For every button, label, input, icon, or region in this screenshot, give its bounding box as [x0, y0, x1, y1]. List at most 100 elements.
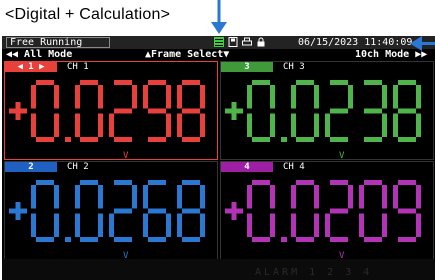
digit-segment [177, 85, 182, 109]
digit-segment [132, 85, 137, 109]
digit-segment [31, 213, 36, 237]
digit-segment [330, 80, 348, 85]
digit-segment [247, 85, 252, 109]
digit-segment [200, 85, 205, 109]
digit-segment [109, 213, 114, 237]
digit-segment [114, 108, 132, 114]
digit-segment [109, 113, 114, 137]
digit-segment [416, 113, 421, 137]
digit-segment [314, 213, 319, 237]
digit-segment [54, 185, 59, 209]
digit-segment [364, 137, 382, 142]
channel-panel-ch4[interactable]: 4 CH 4 V [220, 161, 434, 261]
digit-segment [75, 113, 80, 137]
channel-value [9, 180, 205, 242]
pointer-arrow-left-icon [410, 36, 435, 51]
channel-panel-ch2[interactable]: 2 CH 2 V [4, 161, 218, 261]
digit-segment [166, 85, 171, 109]
memory-card-icon [228, 37, 238, 47]
channel-number-tab: 2 [5, 162, 57, 172]
channel-name: CH 1 [67, 62, 89, 72]
channel-name: CH 2 [67, 162, 89, 172]
digit-segment [252, 80, 270, 85]
digit-segment [247, 185, 252, 209]
digit-segment [31, 113, 36, 137]
digit-segment [252, 237, 270, 242]
channel-panel-ch1[interactable]: ◀ 1 ▶ CH 1 V [4, 61, 218, 161]
channel-name: CH 4 [283, 162, 305, 172]
decimal-point [65, 237, 71, 242]
digit-segment [182, 208, 200, 214]
digit-segment [98, 213, 103, 237]
digit-segment [291, 213, 296, 237]
sign-plus [15, 102, 21, 120]
digit-segment [330, 108, 348, 114]
digit-segment [75, 85, 80, 109]
digit-segment [36, 237, 54, 242]
digit-segment [166, 213, 171, 237]
list-icon [214, 37, 224, 47]
digit-segment [398, 80, 416, 85]
digit-segment [36, 180, 54, 185]
digit-segment [364, 180, 382, 185]
status-bar: Free Running 06/15/2023 11:40:09 [2, 36, 435, 49]
digit-segment [148, 208, 166, 214]
digit-segment [54, 213, 59, 237]
digit-segment [132, 185, 137, 209]
digit-segment [31, 185, 36, 209]
channel-name: CH 3 [283, 62, 305, 72]
digit-segment [291, 113, 296, 137]
digit-segment [247, 113, 252, 137]
digit-segment [177, 213, 182, 237]
digit-segment [247, 213, 252, 237]
digit-segment [166, 113, 171, 137]
digit-segment [54, 113, 59, 137]
digit-segment [270, 213, 275, 237]
digit-segment [270, 85, 275, 109]
digit-segment [314, 185, 319, 209]
channel-header: 4 CH 4 [221, 162, 433, 172]
run-mode-indicator: Free Running [6, 37, 110, 48]
digit-segment [252, 180, 270, 185]
digit-segment [393, 85, 398, 109]
digit-segment [80, 80, 98, 85]
channel-header: ◀ 1 ▶ CH 1 [5, 62, 217, 72]
channel-value [9, 80, 205, 142]
digit-segment [364, 237, 382, 242]
channel-number-tab: 3 [221, 62, 273, 72]
digit-segment [398, 137, 416, 142]
frame-select-button[interactable]: ▲Frame Select▼ [145, 49, 229, 60]
digit-segment [382, 213, 387, 237]
digit-segment [36, 137, 54, 142]
alarm-indicators: ALARM 1 2 3 4 [255, 267, 373, 278]
digit-segment [80, 137, 98, 142]
mode-bar: ◀◀ All Mode ▲Frame Select▼ 10ch Mode ▶▶ [2, 49, 435, 60]
digit-segment [296, 237, 314, 242]
digit-segment [114, 80, 132, 85]
decimal-point [65, 137, 71, 142]
digit-segment [143, 85, 148, 109]
digit-segment [143, 185, 148, 209]
lock-icon [257, 37, 265, 47]
digit-segment [348, 185, 353, 209]
digit-segment [252, 137, 270, 142]
digit-segment [36, 80, 54, 85]
digit-segment [382, 113, 387, 137]
channel-unit: V [123, 151, 129, 161]
channel-panel-ch3[interactable]: 3 CH 3 V [220, 61, 434, 161]
digit-segment [393, 113, 398, 137]
all-mode-button[interactable]: ◀◀ All Mode [6, 49, 72, 60]
digit-segment [98, 113, 103, 137]
digit-segment [364, 80, 382, 85]
digit-segment [114, 180, 132, 185]
digit-segment [148, 180, 166, 185]
printer-icon [242, 37, 252, 46]
sign-plus [231, 102, 237, 120]
digit-segment [114, 237, 132, 242]
digit-segment [330, 237, 348, 242]
digit-segment [98, 85, 103, 109]
digit-segment [416, 85, 421, 109]
digit-segment [182, 237, 200, 242]
logger-screen: Free Running 06/15/2023 11:40:09 ◀◀ All … [2, 36, 435, 280]
digit-segment [314, 113, 319, 137]
